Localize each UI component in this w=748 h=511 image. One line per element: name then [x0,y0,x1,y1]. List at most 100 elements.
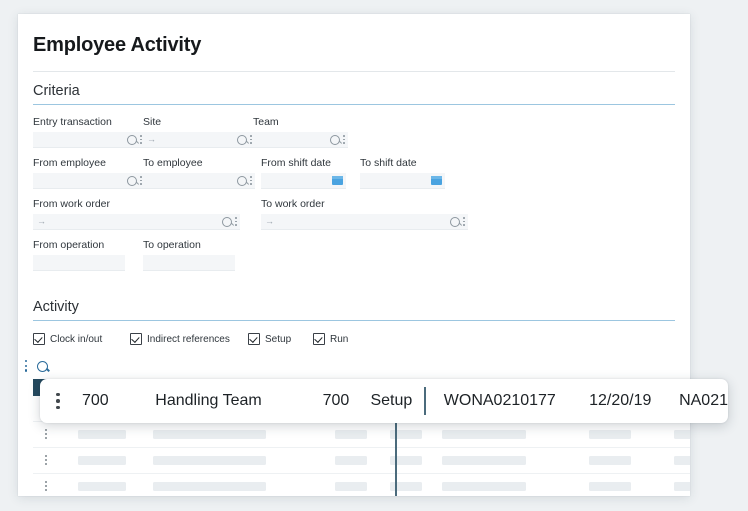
kebab-icon[interactable] [140,135,142,144]
checkbox-clock-in-out[interactable]: Clock in/out [33,333,130,345]
to-shift-date-input[interactable] [360,173,445,189]
field-from-work-order: From work order → [33,198,240,230]
field-label: Entry transaction [33,116,112,128]
cell-site [667,473,690,496]
row-handle-cell[interactable] [33,447,62,474]
record-type: Setup [370,392,413,409]
cell-employee-id [61,421,147,448]
activity-divider [33,320,675,321]
cell-description [146,473,329,496]
highlighted-record-row[interactable]: 700 Handling Team 700 Setup WONA0210177 … [40,379,728,423]
field-label: To employee [143,157,203,169]
search-icon[interactable] [127,175,137,186]
field-label: From employee [33,157,106,169]
field-to-employee: To employee [143,157,255,189]
cell-type [383,421,436,448]
criteria-row-1: Entry transaction Site → Team [33,116,675,157]
from-shift-date-input[interactable] [261,173,346,189]
kebab-icon[interactable] [235,217,237,226]
input-icon-group [237,173,252,188]
checkbox-setup[interactable]: Setup [248,333,313,345]
input-icon-group [237,132,252,147]
row-handle-cell[interactable] [33,421,62,448]
checkbox-icon[interactable] [248,333,260,345]
arrow-right-icon: → [37,216,46,226]
record-options-kebab-icon[interactable] [56,392,60,410]
table-row[interactable] [33,421,690,448]
cell-description [146,421,329,448]
input-icon-group [332,173,343,188]
kebab-icon[interactable] [140,176,142,185]
input-icon-group [450,214,465,229]
grid-options-kebab-icon[interactable] [25,360,28,372]
criteria-row-4: From operation To operation [33,239,675,280]
checkbox-label: Setup [265,333,292,345]
calendar-icon[interactable] [332,176,343,185]
table-row[interactable] [33,473,690,496]
criteria-section-label: Criteria [33,83,80,99]
criteria-section: Criteria Entry transaction Site → Team F… [18,72,690,280]
from-work-order-input[interactable]: → [33,214,240,230]
field-to-shift-date: To shift date [360,157,445,189]
activity-section-label: Activity [33,299,79,315]
row-kebab-icon[interactable] [45,429,48,440]
field-entry-transaction: Entry transaction [33,116,145,148]
row-handle-cell[interactable] [33,473,62,496]
field-label: From work order [33,198,111,210]
search-icon[interactable] [330,134,340,145]
entry-transaction-input[interactable] [33,132,145,148]
search-icon[interactable] [450,216,460,227]
activity-checkbox-row: Clock in/out Indirect references Setup R… [33,332,675,345]
to-operation-input[interactable] [143,255,235,271]
grid-toolbar [18,345,690,379]
cell-work-order [435,421,583,448]
field-label: To operation [143,239,201,251]
record-employee-id: 700 [82,392,109,409]
search-icon[interactable] [127,134,137,145]
record-work-order: WONA0210177 [443,392,556,409]
cell-employee-id [61,447,147,474]
table-row[interactable] [33,447,690,474]
criteria-row-2: From employee To employee From shift dat… [33,157,675,198]
field-label: From shift date [261,157,332,169]
checkbox-indirect-references[interactable]: Indirect references [130,333,248,345]
field-label: From operation [33,239,105,251]
arrow-right-icon: → [265,216,274,226]
checkbox-label: Run [330,333,349,345]
grid-search-icon[interactable] [37,360,48,372]
to-employee-input[interactable] [143,173,255,189]
row-kebab-icon[interactable] [45,481,48,492]
record-description: Handling Team [155,392,262,409]
to-work-order-input[interactable]: → [261,214,468,230]
cell-type [383,447,436,474]
input-icon-group [431,173,442,188]
cell-team [328,473,384,496]
search-icon[interactable] [222,216,232,227]
kebab-icon[interactable] [343,135,345,144]
checkbox-icon[interactable] [313,333,325,345]
search-icon[interactable] [237,134,247,145]
team-input[interactable] [253,132,348,148]
cell-shift-date [582,421,668,448]
checkbox-icon[interactable] [130,333,142,345]
input-icon-group [330,132,345,147]
field-from-operation: From operation [33,239,125,271]
kebab-icon[interactable] [463,217,465,226]
cell-shift-date [582,473,668,496]
row-kebab-icon[interactable] [45,455,48,466]
checkbox-run[interactable]: Run [313,333,348,345]
site-input[interactable]: → [143,132,255,148]
kebab-icon[interactable] [250,135,252,144]
field-team: Team [253,116,348,148]
page-title: Employee Activity [33,34,202,56]
checkbox-icon[interactable] [33,333,45,345]
cell-team [328,421,384,448]
calendar-icon[interactable] [431,176,442,185]
field-from-employee: From employee [33,157,145,189]
from-employee-input[interactable] [33,173,145,189]
search-icon[interactable] [237,175,247,186]
kebab-icon[interactable] [250,176,252,185]
arrow-right-icon: → [147,134,156,144]
from-operation-input[interactable] [33,255,125,271]
cell-team [328,447,384,474]
